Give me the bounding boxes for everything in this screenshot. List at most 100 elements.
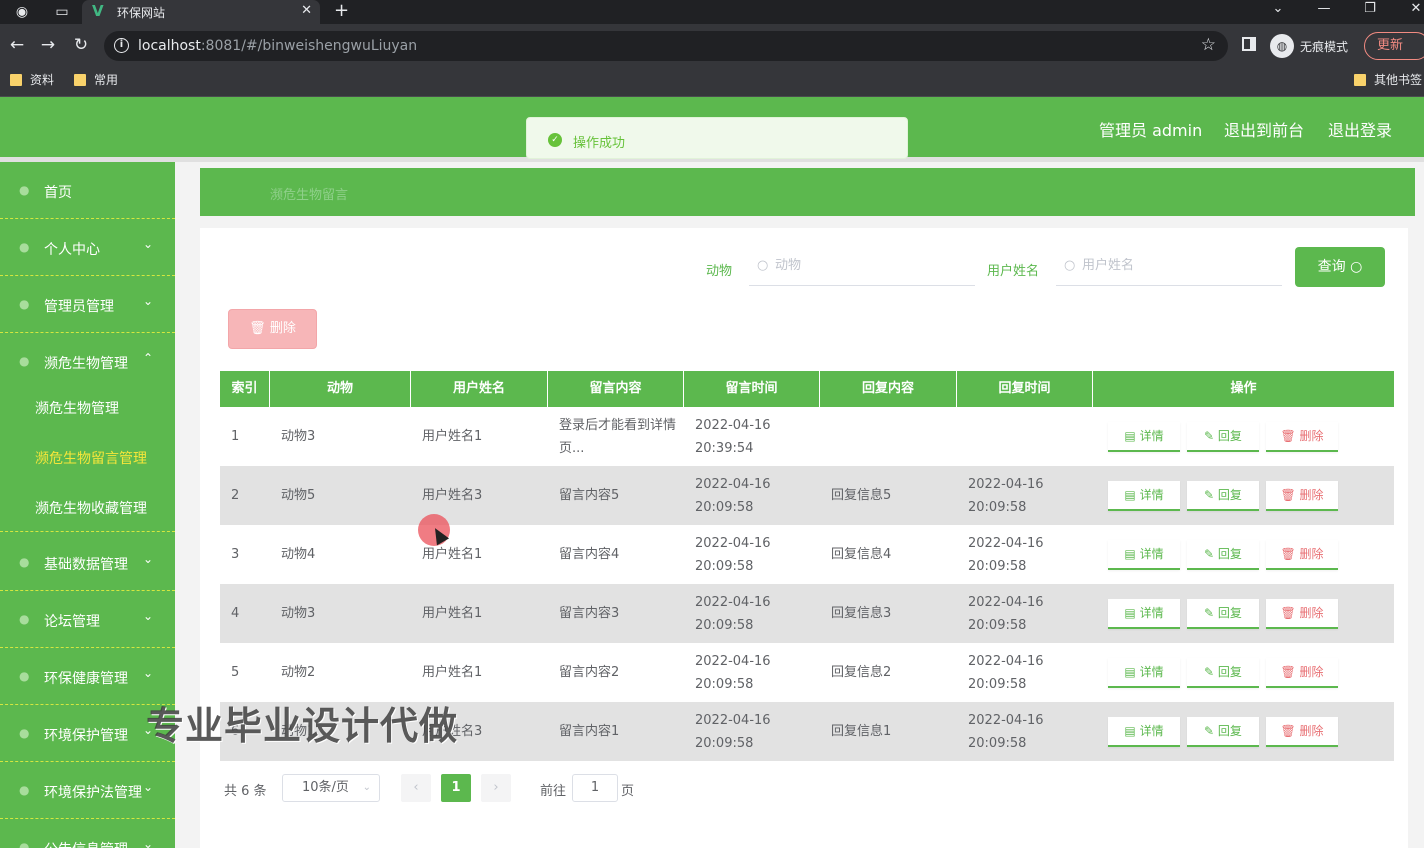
site-info-icon[interactable]: i bbox=[114, 38, 129, 53]
sidebar-subitem-messages[interactable]: 濒危生物留言管理 bbox=[0, 432, 175, 482]
trash-icon: 🗑 bbox=[249, 321, 266, 336]
page-size-select[interactable]: 10条/页 ⌄ bbox=[282, 774, 380, 802]
cell-idx: 4 bbox=[231, 606, 240, 621]
col-header-actions: 操作 bbox=[1230, 381, 1257, 396]
detail-button[interactable]: ▤ 详情 bbox=[1108, 658, 1180, 688]
row-delete-label: 删除 bbox=[1299, 724, 1324, 738]
row-delete-button[interactable]: 🗑 删除 bbox=[1266, 658, 1338, 688]
query-button[interactable]: 查询 ○ bbox=[1295, 247, 1385, 287]
reply-button[interactable]: ✎ 回复 bbox=[1187, 717, 1259, 747]
detail-label: 详情 bbox=[1139, 547, 1164, 561]
edit-icon: ✎ bbox=[1204, 429, 1218, 443]
reply-button[interactable]: ✎ 回复 bbox=[1187, 540, 1259, 570]
browser-toolbar: ← → ↻ i localhost:8081/#/binweishengwuLi… bbox=[0, 24, 1424, 67]
reload-icon[interactable]: ↻ bbox=[69, 34, 93, 58]
user-search-input[interactable]: ○ bbox=[1056, 250, 1282, 286]
reply-label: 回复 bbox=[1217, 606, 1242, 620]
browser-tab[interactable]: V 环保网站 ✕ bbox=[82, 0, 320, 24]
detail-button[interactable]: ▤ 详情 bbox=[1108, 717, 1180, 747]
detail-label: 详情 bbox=[1139, 724, 1164, 738]
reply-button[interactable]: ✎ 回复 bbox=[1187, 658, 1259, 688]
admin-user-label: 管理员 admin bbox=[1099, 121, 1203, 140]
species-icon: ● bbox=[19, 354, 30, 368]
tab-overview-icon[interactable]: ▭ bbox=[50, 2, 74, 22]
sidebar-subitem-favorites[interactable]: 濒危生物收藏管理 bbox=[0, 482, 175, 532]
user-search-label: 用户姓名 bbox=[987, 264, 1040, 279]
reply-button[interactable]: ✎ 回复 bbox=[1187, 599, 1259, 629]
back-icon[interactable]: ← bbox=[5, 34, 29, 58]
page-unit-label: 页 bbox=[621, 784, 635, 799]
reply-button[interactable]: ✎ 回复 bbox=[1187, 422, 1259, 452]
chevron-down-icon: ⌄ bbox=[143, 552, 154, 566]
back-to-front-link[interactable]: 退出到前台 bbox=[1224, 117, 1304, 141]
chevron-down-icon: ⌄ bbox=[143, 237, 154, 251]
col-header-user: 用户姓名 bbox=[411, 371, 548, 407]
cell-time: 2022-04-16 20:39:54 bbox=[695, 417, 771, 456]
sidebar-item-notice[interactable]: ● 公告信息管理 ⌄ bbox=[0, 819, 175, 848]
sidebar-item-home[interactable]: ● 首页 bbox=[0, 162, 175, 219]
new-tab-icon[interactable]: + bbox=[334, 0, 349, 22]
cell-time: 2022-04-16 20:09:58 bbox=[695, 476, 771, 515]
close-window-icon[interactable]: ✕ bbox=[1396, 0, 1424, 22]
side-panel-icon[interactable] bbox=[1242, 37, 1256, 51]
cell-reply: 回复信息2 bbox=[831, 665, 892, 680]
row-delete-button[interactable]: 🗑 删除 bbox=[1266, 422, 1338, 452]
document-icon: ▤ bbox=[1124, 665, 1140, 679]
reply-label: 回复 bbox=[1217, 488, 1242, 502]
detail-button[interactable]: ▤ 详情 bbox=[1108, 481, 1180, 511]
bookmark-star-icon[interactable]: ☆ bbox=[1201, 35, 1216, 55]
bookmark-folder-ziliao[interactable]: 资料 bbox=[10, 71, 54, 88]
logout-link[interactable]: 退出登录 bbox=[1328, 117, 1392, 141]
detail-button[interactable]: ▤ 详情 bbox=[1108, 540, 1180, 570]
batch-delete-button[interactable]: 🗑 删除 bbox=[228, 309, 317, 349]
animal-search-input[interactable]: ○ bbox=[749, 250, 975, 286]
sidebar-item-env-law[interactable]: ● 环境保护法管理 ⌄ bbox=[0, 762, 175, 819]
tab-close-icon[interactable]: ✕ bbox=[301, 3, 312, 18]
browser-menu-icon[interactable]: ◉ bbox=[10, 2, 34, 22]
detail-label: 详情 bbox=[1139, 429, 1164, 443]
cell-reply-time: 2022-04-16 20:09:58 bbox=[968, 535, 1044, 574]
sidebar-subitem-species[interactable]: 濒危生物管理 bbox=[0, 382, 175, 432]
toast-message: 操作成功 bbox=[573, 136, 626, 151]
tab-search-icon[interactable]: ⌄ bbox=[1258, 0, 1298, 22]
sidebar-item-basic-data[interactable]: ● 基础数据管理 ⌄ bbox=[0, 534, 175, 591]
row-delete-button[interactable]: 🗑 删除 bbox=[1266, 717, 1338, 747]
row-delete-button[interactable]: 🗑 删除 bbox=[1266, 599, 1338, 629]
minimize-icon[interactable]: — bbox=[1304, 0, 1344, 22]
sidebar-item-personal[interactable]: ● 个人中心 ⌄ bbox=[0, 219, 175, 276]
address-bar[interactable]: i localhost:8081/#/binweishengwuLiuyan ☆ bbox=[104, 31, 1228, 61]
next-page-button[interactable]: › bbox=[481, 774, 511, 802]
cell-content: 留言内容2 bbox=[559, 665, 620, 680]
forward-icon[interactable]: → bbox=[36, 34, 60, 58]
page-number-current[interactable]: 1 bbox=[441, 774, 471, 802]
col-header-content: 留言内容 bbox=[548, 371, 684, 407]
chevron-down-icon: ⌄ bbox=[143, 666, 154, 680]
detail-button[interactable]: ▤ 详情 bbox=[1108, 422, 1180, 452]
goto-page-input[interactable]: 1 bbox=[572, 774, 618, 802]
folder-icon bbox=[74, 73, 86, 86]
sidebar-item-forum[interactable]: ● 论坛管理 ⌄ bbox=[0, 591, 175, 648]
bookmark-folder-other[interactable]: 其他书签 bbox=[1354, 71, 1422, 88]
document-icon: ▤ bbox=[1124, 606, 1140, 620]
cell-time: 2022-04-16 20:09:58 bbox=[695, 653, 771, 692]
document-icon: ▤ bbox=[1124, 724, 1140, 738]
update-button[interactable]: 更新 bbox=[1364, 32, 1424, 60]
row-delete-button[interactable]: 🗑 删除 bbox=[1266, 481, 1338, 511]
row-delete-button[interactable]: 🗑 删除 bbox=[1266, 540, 1338, 570]
animal-search-field[interactable] bbox=[775, 258, 955, 273]
leaf-icon: ● bbox=[19, 726, 30, 740]
edit-icon: ✎ bbox=[1204, 606, 1218, 620]
success-toast: ✓ 操作成功 bbox=[526, 117, 908, 159]
detail-button[interactable]: ▤ 详情 bbox=[1108, 599, 1180, 629]
reply-button[interactable]: ✎ 回复 bbox=[1187, 481, 1259, 511]
prev-page-button[interactable]: ‹ bbox=[401, 774, 431, 802]
edit-icon: ✎ bbox=[1204, 665, 1218, 679]
user-search-field[interactable] bbox=[1082, 258, 1262, 273]
col-header-animal: 动物 bbox=[270, 371, 411, 407]
cell-reply: 回复信息1 bbox=[831, 724, 892, 739]
restore-icon[interactable]: ❐ bbox=[1350, 0, 1390, 22]
search-icon: ○ bbox=[1350, 259, 1363, 275]
sidebar-item-admin[interactable]: ● 管理员管理 ⌄ bbox=[0, 276, 175, 333]
bookmark-folder-changyong[interactable]: 常用 bbox=[74, 71, 118, 88]
bookmarks-bar: 资料 常用 其他书签 bbox=[0, 67, 1424, 97]
